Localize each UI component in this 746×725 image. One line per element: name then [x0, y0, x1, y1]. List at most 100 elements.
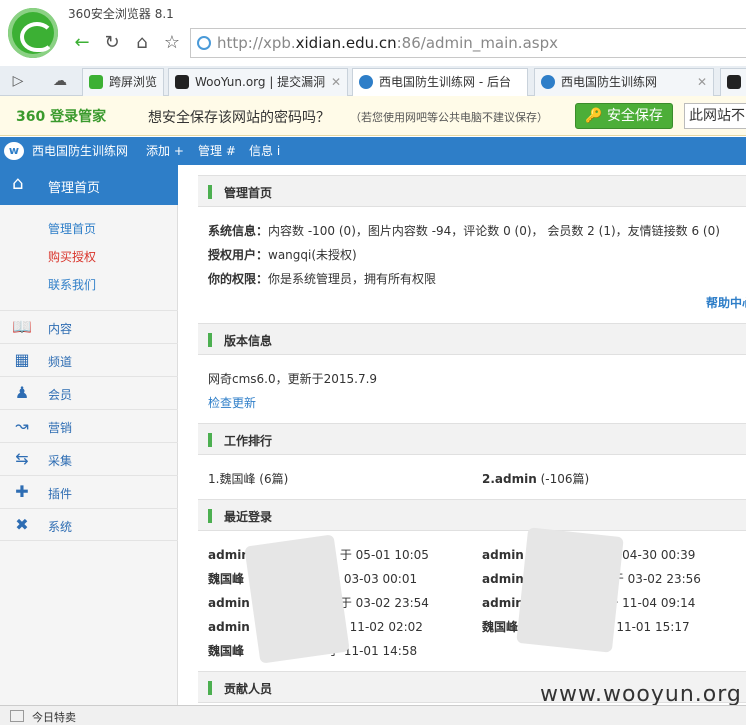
password-manager-brand: 360 登录管家: [16, 109, 107, 125]
login-name: admin: [482, 548, 524, 562]
sidebar-item-system[interactable]: ✖ 系统: [0, 508, 178, 541]
browser-logo[interactable]: [8, 8, 58, 58]
login-name: admin: [208, 620, 250, 634]
sidebar-label: 内容: [48, 322, 73, 336]
menu-info[interactable]: 信息 i: [249, 142, 280, 159]
login-name: 魏国峰: [208, 572, 245, 586]
sublink-buy-license[interactable]: 购买授权: [48, 248, 96, 265]
tab-site[interactable]: 西电国防生训练网 ✕: [534, 68, 714, 96]
check-update-link[interactable]: 检查更新: [208, 394, 256, 411]
menu-manage[interactable]: 管理 #: [198, 142, 236, 159]
navigation-row: ← ↻ ⌂ ☆ http://xpb.xidian.edu.cn:86/admi…: [66, 28, 746, 58]
menu-add[interactable]: 添加 +: [146, 142, 184, 159]
login-name: 魏国峰: [482, 620, 519, 634]
panel-home-header: 管理首页: [198, 175, 746, 207]
tab-bar: ▷ ☁ 跨屏浏览 WooYun.org | 提交漏洞 ✕ 西电国防生训练网 - …: [0, 66, 746, 97]
help-center-link[interactable]: 帮助中心: [706, 294, 746, 311]
address-bar[interactable]: http://xpb.xidian.edu.cn:86/admin_main.a…: [190, 28, 746, 58]
system-info-value: 内容数 -100 (0)，图片内容数 -94，评论数 0 (0)， 会员数 2 …: [268, 224, 720, 238]
user-icon: ♟: [14, 383, 30, 402]
accent-bar: [208, 333, 212, 347]
wooyun-icon: [175, 75, 189, 89]
never-save-button[interactable]: 此网站不: [684, 103, 746, 129]
site-header: w 西电国防生训练网 添加 + 管理 # 信息 i: [0, 137, 746, 165]
system-info-label: 系统信息：: [208, 224, 269, 238]
browser-titlebar: 360安全浏览器 8.1 ← ↻ ⌂ ☆ http://xpb.xidian.e…: [0, 0, 746, 64]
rank-item-2: 2.admin (-106篇): [482, 470, 589, 487]
sublink-home[interactable]: 管理首页: [48, 220, 96, 237]
sidebar-label: 插件: [48, 487, 73, 501]
panel-title: 贡献人员: [224, 682, 273, 696]
sidebar-item-plugin[interactable]: ✚ 插件: [0, 475, 178, 508]
status-bar: 今日特卖: [0, 705, 746, 725]
login-time: 于 03-02 23:56: [611, 572, 701, 586]
save-password-button[interactable]: 🔑 安全保存: [575, 103, 673, 129]
puzzle-icon: ✚: [15, 482, 29, 501]
accent-bar: [208, 185, 212, 199]
login-name: admin: [208, 548, 250, 562]
daily-deals-link[interactable]: 今日特卖: [32, 709, 76, 725]
accent-bar: [208, 509, 212, 523]
sidebar-toggle-icon[interactable]: ▷: [6, 69, 30, 93]
sidebar-label: 频道: [48, 355, 73, 369]
panel-version-header: 版本信息: [198, 323, 746, 355]
sidebar-item-home[interactable]: ⌂ 管理首页: [0, 165, 178, 205]
panel-title: 版本信息: [224, 334, 273, 348]
login-time: 于 11-02 02:02: [333, 620, 423, 634]
shopping-icon: [10, 710, 24, 722]
sidebar-label: 采集: [48, 454, 73, 468]
tab-label: 西电国防生训练网 - 后台: [379, 75, 511, 89]
accent-bar: [208, 433, 212, 447]
tab-wooyun[interactable]: WooYun.org | 提交漏洞 ✕: [168, 68, 348, 96]
login-time: 于 03-02 23:54: [339, 596, 429, 610]
close-icon[interactable]: ✕: [331, 69, 341, 96]
close-icon[interactable]: ✕: [697, 69, 707, 96]
chart-icon: ↝: [15, 416, 29, 435]
licensed-user-row: 授权用户：wangqi(未授权): [208, 246, 357, 263]
password-bar: 360 登录管家 想安全保存该网站的密码吗？ （若您使用网吧等公共电脑不建议保存…: [0, 96, 746, 136]
url-text: http://xpb.xidian.edu.cn:86/admin_main.a…: [217, 34, 558, 52]
sidebar-label: 营销: [48, 421, 73, 435]
favorite-star-icon[interactable]: ☆: [160, 31, 184, 55]
sublink-contact[interactable]: 联系我们: [48, 276, 96, 293]
rank-count: (-106篇): [540, 472, 590, 486]
site-name[interactable]: 西电国防生训练网: [32, 142, 128, 159]
tab-overflow[interactable]: [720, 68, 746, 96]
tab-label: 跨屏浏览: [109, 75, 158, 89]
watermark: www.wooyun.org: [540, 682, 742, 707]
sidebar-item-content[interactable]: 📖 内容: [0, 310, 178, 343]
rank-item-1: 1.魏国峰 (6篇): [208, 472, 289, 486]
sidebar-item-channel[interactable]: ▦ 频道: [0, 343, 178, 376]
site-icon: [541, 75, 555, 89]
tab-label: WooYun.org | 提交漏洞: [195, 75, 326, 89]
tab-label: 西电国防生训练网: [561, 75, 658, 89]
sidebar-item-member[interactable]: ♟ 会员: [0, 376, 178, 409]
version-text: 网奇cms6.0，更新于2015.7.9: [208, 372, 378, 386]
refresh-icon[interactable]: ↻: [100, 31, 124, 55]
licensed-user-label: 授权用户：: [208, 248, 269, 262]
login-name: admin: [482, 572, 524, 586]
sidebar-item-marketing[interactable]: ↝ 营销: [0, 409, 178, 442]
cloud-icon[interactable]: ☁: [48, 69, 72, 93]
rank-name: 2.admin: [482, 472, 537, 486]
back-arrow-icon[interactable]: ←: [70, 31, 94, 55]
home-icon[interactable]: ⌂: [130, 31, 154, 55]
globe-icon: [197, 36, 211, 50]
site-icon: [359, 75, 373, 89]
save-label: 安全保存: [606, 108, 663, 124]
redaction-blur: [244, 534, 350, 664]
tab-icon: [727, 75, 741, 89]
panel-title: 管理首页: [224, 186, 273, 200]
panel-login-header: 最近登录: [198, 499, 746, 531]
panel-title: 最近登录: [224, 510, 273, 524]
tab-cross-screen[interactable]: 跨屏浏览: [82, 68, 164, 96]
tab-admin[interactable]: 西电国防生训练网 - 后台: [352, 68, 528, 97]
site-logo[interactable]: w: [4, 142, 24, 160]
panel-rank-header: 工作排行: [198, 423, 746, 455]
sidebar-home-label: 管理首页: [48, 181, 101, 196]
sidebar-item-collect[interactable]: ⇆ 采集: [0, 442, 178, 475]
login-name: admin: [208, 596, 250, 610]
password-message: 想安全保存该网站的密码吗？: [148, 110, 330, 126]
sidebar-label: 系统: [48, 520, 73, 534]
login-name: admin: [482, 596, 524, 610]
